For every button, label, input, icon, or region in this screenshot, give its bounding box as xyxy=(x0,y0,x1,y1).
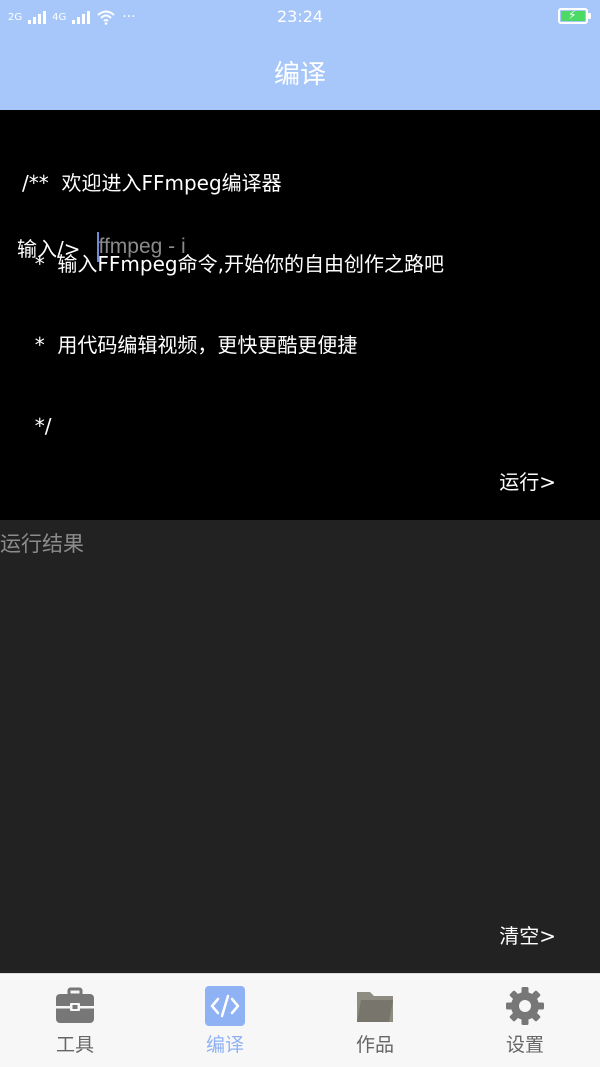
folder-icon xyxy=(357,992,393,1022)
comment-line: */ xyxy=(22,414,52,438)
tab-compile-label: 编译 xyxy=(205,1034,244,1056)
comment-line: /** 欢迎进入FFmpeg编译器 xyxy=(22,171,282,195)
gear-icon xyxy=(506,987,544,1025)
toolbox-icon xyxy=(56,987,94,1023)
tab-settings-label: 设置 xyxy=(505,1034,544,1056)
tab-compile[interactable]: 编译 xyxy=(150,974,300,1067)
tab-settings[interactable]: 设置 xyxy=(450,974,600,1067)
input-prompt-label: 输入/> xyxy=(17,236,81,261)
run-button[interactable]: 运行> xyxy=(499,466,556,495)
battery-icon: ⚡ xyxy=(558,8,591,24)
charging-icon: ⚡ xyxy=(568,8,577,22)
command-editor: /** 欢迎进入FFmpeg编译器 * 输入FFmpeg命令,开始你的自由创作之… xyxy=(0,110,600,520)
welcome-comment: /** 欢迎进入FFmpeg编译器 * 输入FFmpeg命令,开始你的自由创作之… xyxy=(22,116,444,494)
tab-works-label: 作品 xyxy=(355,1034,394,1056)
page-title: 编译 xyxy=(273,59,326,90)
output-panel: 运行结果 清空> xyxy=(0,520,600,973)
code-icon xyxy=(205,986,245,1026)
tab-tools[interactable]: 工具 xyxy=(0,974,150,1067)
comment-line: * 用代码编辑视频，更快更酷更便捷 xyxy=(22,333,358,357)
command-input-row: 输入/> xyxy=(17,232,557,262)
clear-button[interactable]: 清空> xyxy=(499,920,556,949)
status-time: 23:24 xyxy=(276,7,324,26)
page-header: 编译 xyxy=(0,34,600,110)
command-input[interactable] xyxy=(96,232,557,262)
tab-works[interactable]: 作品 xyxy=(300,974,450,1067)
output-label: 运行结果 xyxy=(0,532,84,556)
status-bar: 2G 4G ··· 23:24 ⚡ xyxy=(0,0,600,34)
tab-tools-label: 工具 xyxy=(55,1034,94,1056)
bottom-tab-bar: 工具 编译 作品 设置 xyxy=(0,973,600,1067)
